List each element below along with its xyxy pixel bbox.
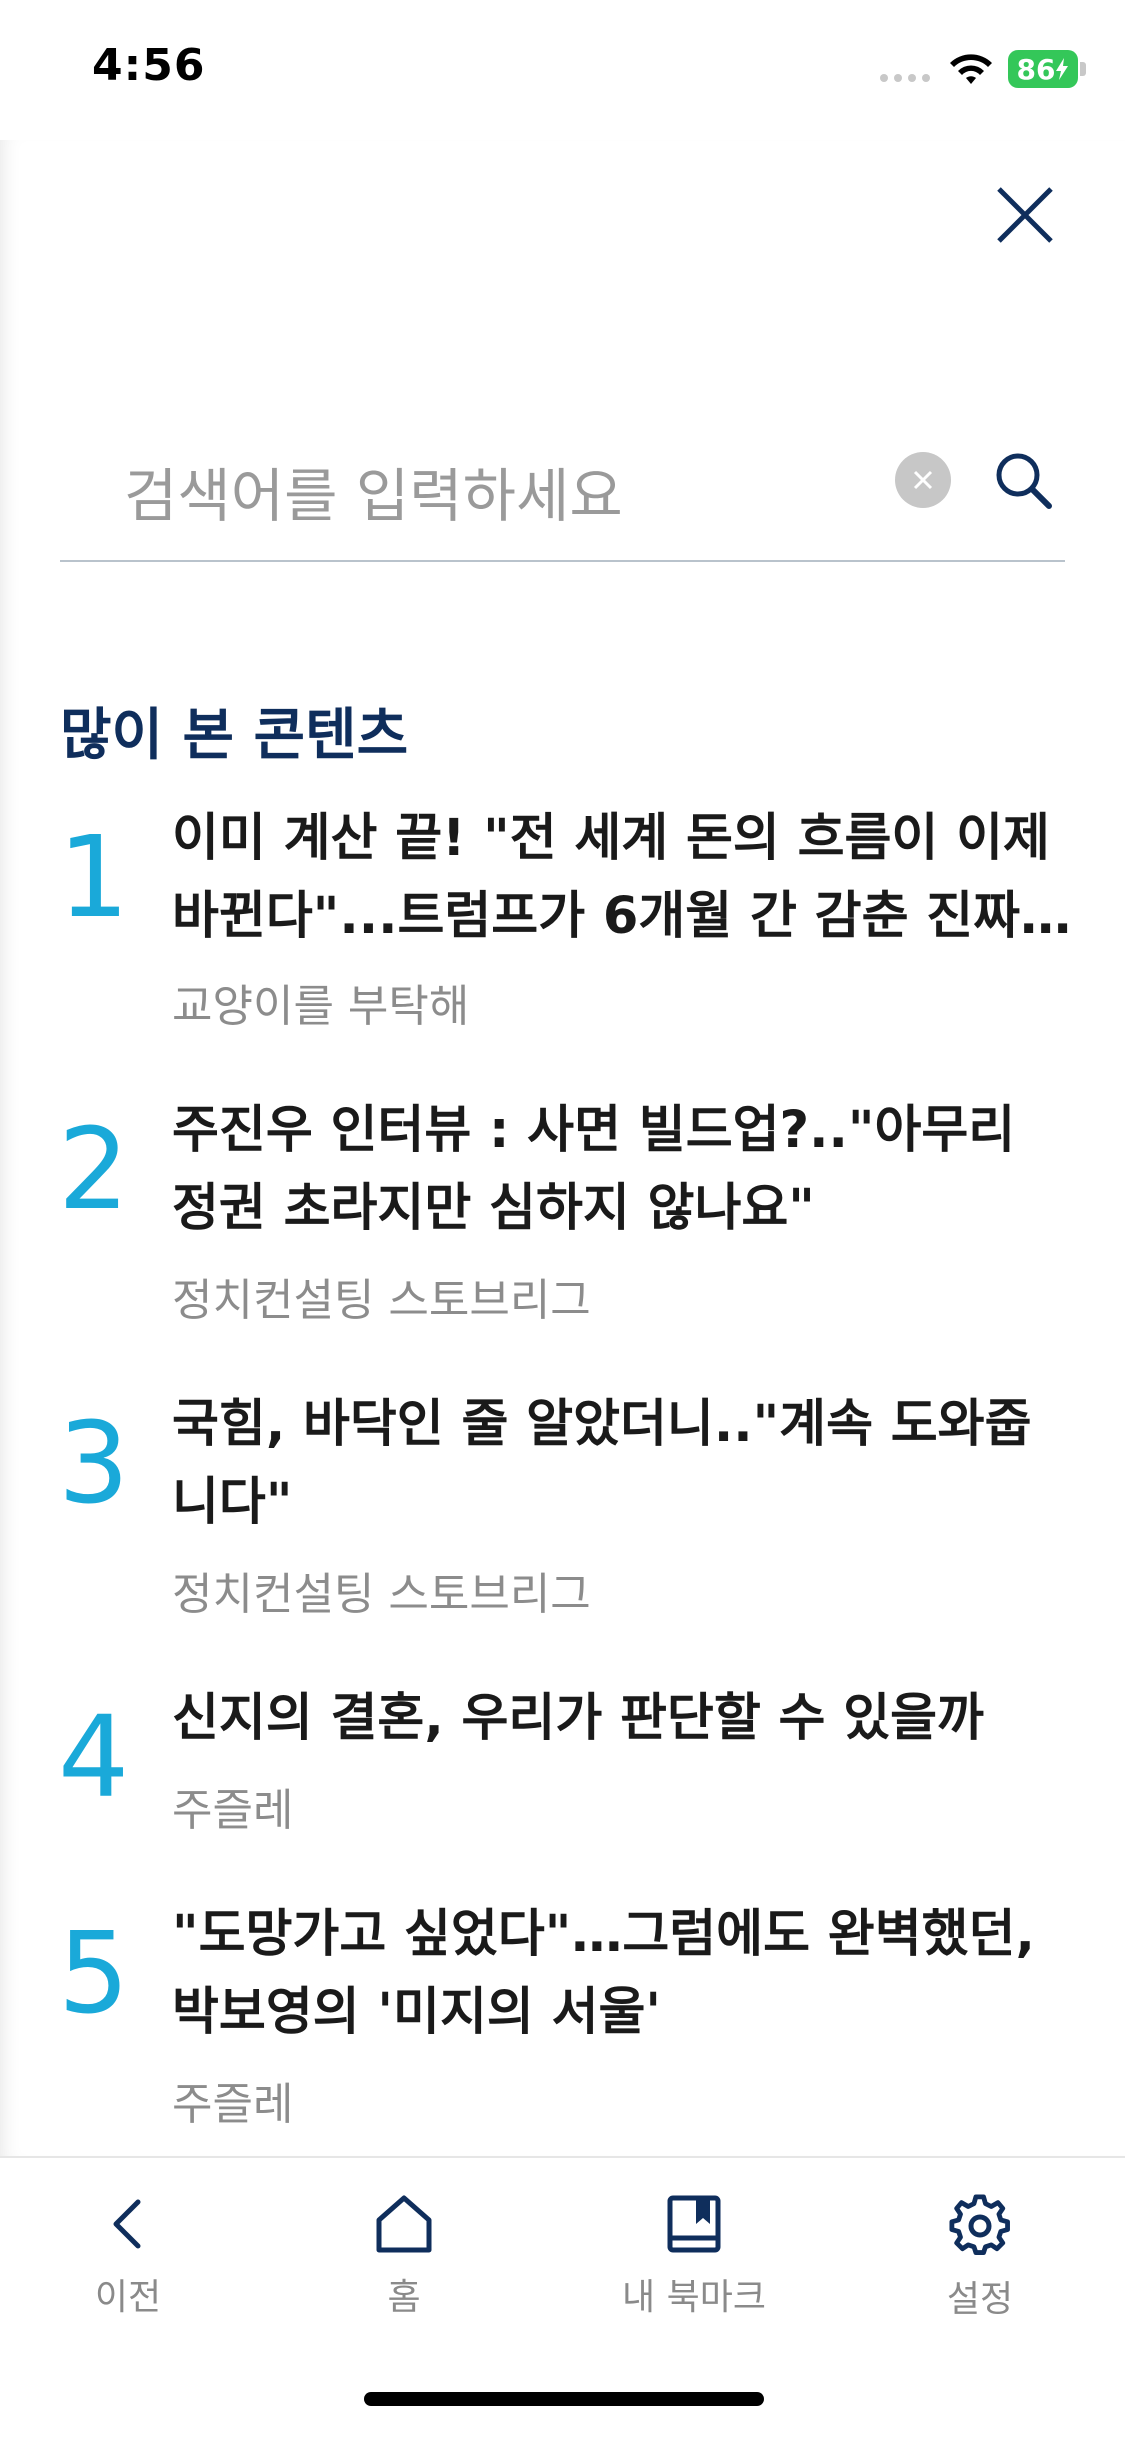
section-title: 많이 본 콘텐츠 <box>60 703 409 768</box>
close-icon <box>997 187 1053 243</box>
item-title[interactable]: 국힘, 바닥인 줄 알았더니.."계속 도와줍니다" <box>172 1386 1072 1542</box>
cellular-signal-icon <box>880 74 930 82</box>
clear-search-button[interactable] <box>895 452 951 508</box>
search-input[interactable] <box>122 460 926 532</box>
home-icon <box>376 2195 432 2253</box>
battery-icon: 86 <box>1008 50 1078 88</box>
item-source: 정치컨설팅 스토브리그 <box>172 1569 591 1620</box>
rank-number: 5 <box>58 1909 130 2039</box>
tab-label: 이전 <box>94 2277 162 2318</box>
tab-label: 홈 <box>387 2277 421 2318</box>
search-icon <box>996 453 1052 509</box>
search-bar <box>60 430 1065 562</box>
item-title[interactable]: 이미 계산 끝! "전 세계 돈의 흐름이 이제 바뀐다"...트럼프가 6개월… <box>172 800 1072 956</box>
tab-label: 내 북마크 <box>622 2277 766 2318</box>
item-title[interactable]: 주진우 인터뷰 : 사면 빌드업?.."아무리 정권 초라지만 심하지 않나요" <box>172 1092 1072 1248</box>
item-source: 주즐레 <box>172 2079 294 2130</box>
tab-home[interactable]: 홈 <box>304 2194 504 2320</box>
tab-bookmarks[interactable]: 내 북마크 <box>594 2194 794 2320</box>
bookmark-book-icon <box>667 2195 721 2253</box>
battery-cap <box>1080 62 1086 76</box>
item-source: 정치컨설팅 스토브리그 <box>172 1275 591 1326</box>
tab-back[interactable]: 이전 <box>28 2194 228 2320</box>
home-indicator <box>364 2392 764 2406</box>
clear-icon <box>913 470 933 490</box>
close-button[interactable] <box>990 180 1060 250</box>
item-source: 교양이를 부탁해 <box>172 981 470 1032</box>
rank-number: 2 <box>58 1105 130 1235</box>
item-source: 주즐레 <box>172 1785 294 1836</box>
rank-number: 1 <box>58 813 130 943</box>
rank-number: 4 <box>58 1693 130 1823</box>
tab-label: 설정 <box>946 2279 1014 2320</box>
gear-icon <box>949 2194 1010 2255</box>
status-bar: 4:56 86 <box>0 0 1125 140</box>
battery-level: 86 <box>1016 52 1056 86</box>
item-title[interactable]: 신지의 결혼, 우리가 판단할 수 있을까 <box>172 1680 1072 1758</box>
charging-bolt-icon <box>1056 58 1069 80</box>
search-button[interactable] <box>985 442 1061 518</box>
chevron-left-icon <box>113 2199 141 2249</box>
item-title[interactable]: "도망가고 싶었다"…그럼에도 완벽했던, 박보영의 '미지의 서울' <box>172 1896 1072 2052</box>
status-time: 4:56 <box>92 40 206 91</box>
wifi-icon <box>950 54 992 84</box>
rank-number: 3 <box>58 1399 130 1529</box>
tab-settings[interactable]: 설정 <box>880 2194 1080 2322</box>
